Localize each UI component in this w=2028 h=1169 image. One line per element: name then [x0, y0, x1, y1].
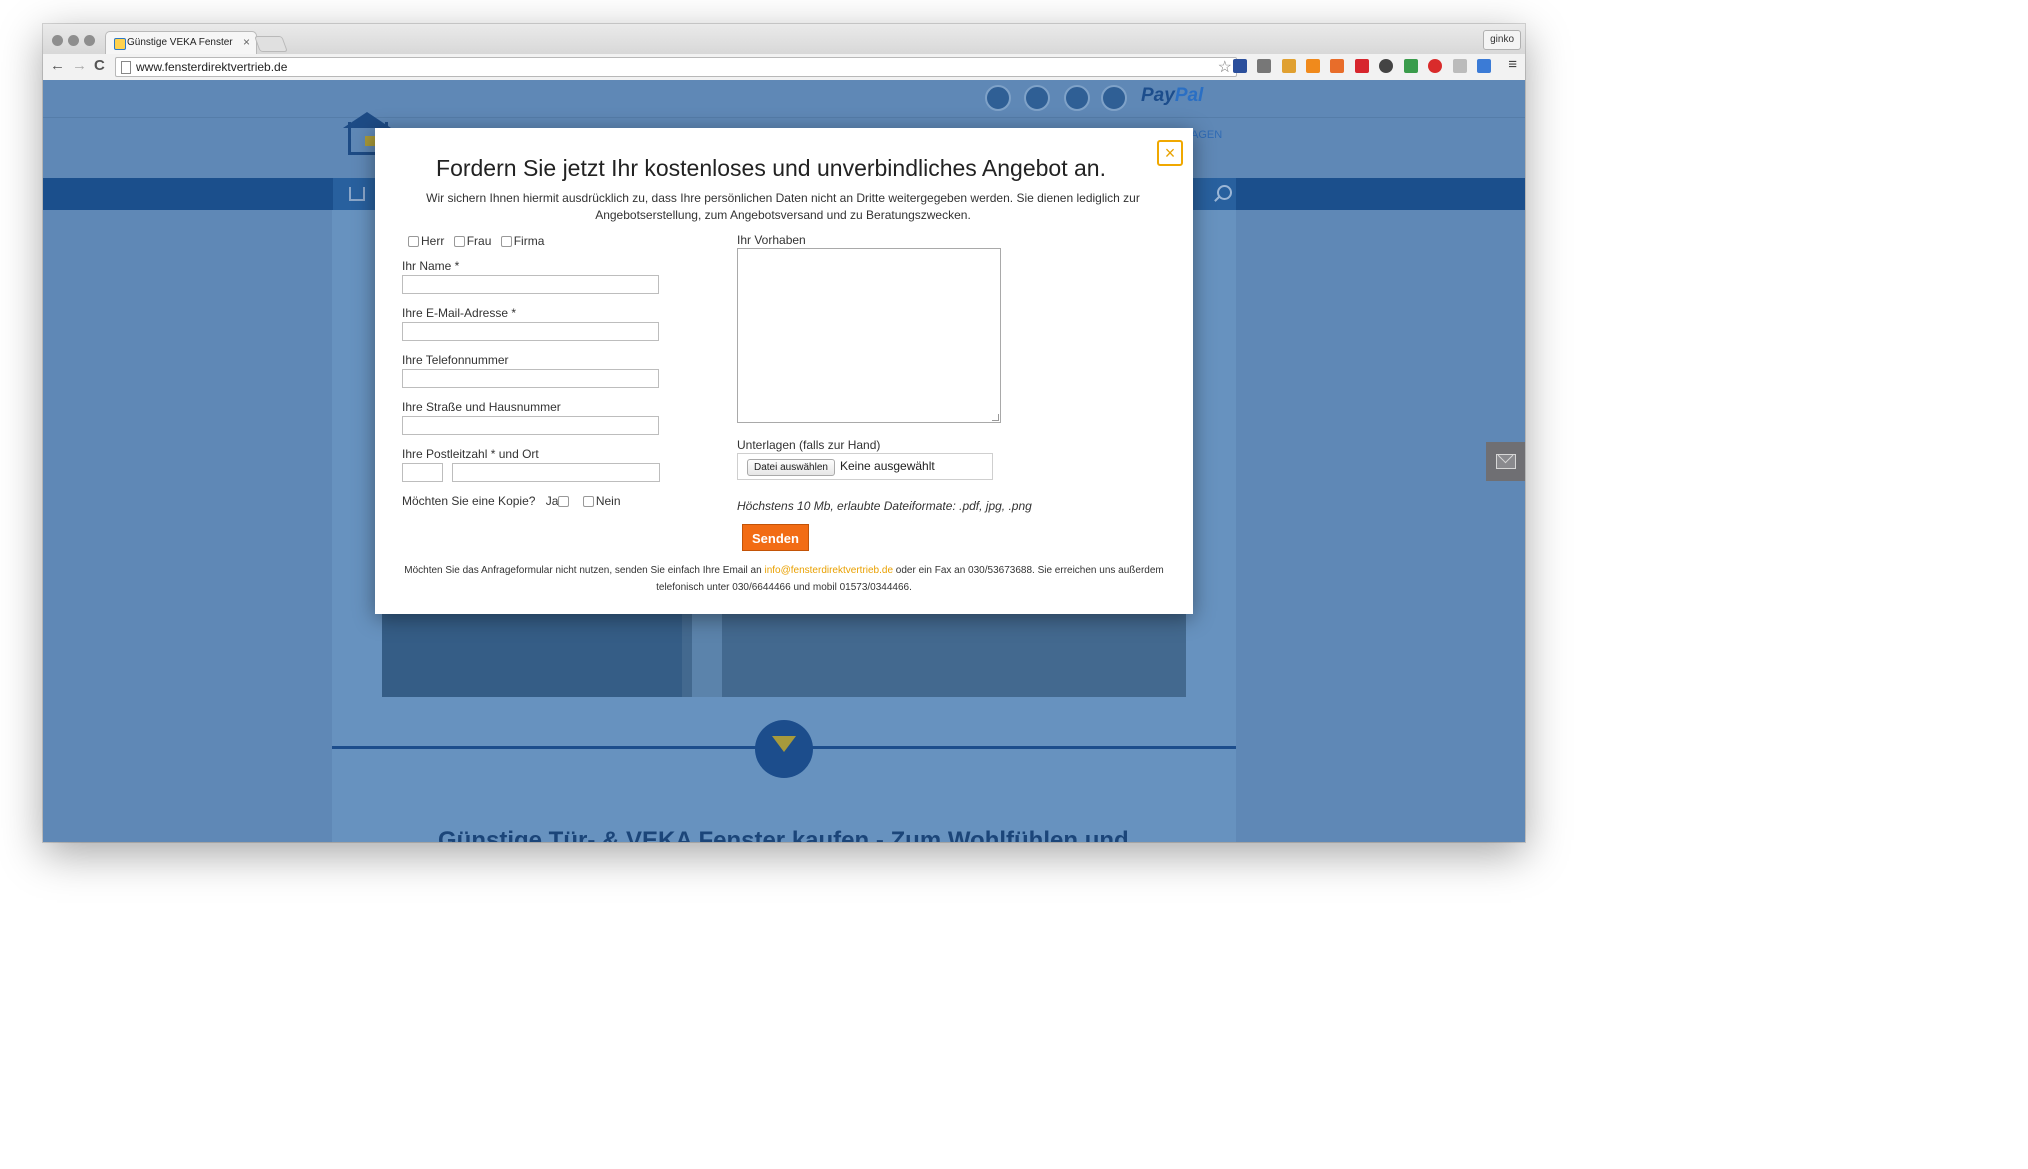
bookmark-star-icon[interactable]: ☆: [1218, 57, 1232, 77]
project-textarea[interactable]: [737, 248, 1001, 423]
certification-badge-icon: [1024, 85, 1050, 111]
zoom-window-button[interactable]: [84, 35, 95, 46]
phone-input[interactable]: [402, 369, 659, 388]
extension-icon[interactable]: [1233, 59, 1247, 73]
extension-icon[interactable]: [1306, 59, 1320, 73]
url-text: www.fensterdirektvertrieb.de: [136, 60, 288, 74]
quote-request-modal: Fordern Sie jetzt Ihr kostenloses und un…: [375, 128, 1193, 614]
modal-title: Fordern Sie jetzt Ihr kostenloses und un…: [436, 155, 1106, 181]
street-label: Ihre Straße und Hausnummer: [402, 400, 561, 414]
footer-text: Möchten Sie das Anfrageformular nicht nu…: [404, 565, 765, 576]
extension-icon[interactable]: [1379, 59, 1393, 73]
arrow-down-icon: [772, 736, 796, 752]
copy-no-checkbox[interactable]: [582, 496, 594, 508]
send-button[interactable]: Senden: [742, 524, 809, 551]
section-headline: Günstige Tür- & VEKA Fenster kaufen - Zu…: [438, 827, 1129, 842]
copy-yes-checkbox[interactable]: [558, 496, 570, 508]
documents-label: Unterlagen (falls zur Hand): [737, 438, 881, 452]
close-window-button[interactable]: [52, 35, 63, 46]
contact-mail-tab[interactable]: [1486, 442, 1525, 481]
browser-tab[interactable]: Günstige VEKA Fenster ka ×: [105, 31, 257, 55]
adblock-icon[interactable]: [1428, 59, 1442, 73]
top-badges-strip: PayPal: [43, 80, 1525, 118]
search-icon[interactable]: [1217, 185, 1232, 200]
street-input[interactable]: [402, 416, 659, 435]
file-status: Keine ausgewählt: [840, 459, 935, 473]
email-input[interactable]: [402, 322, 659, 341]
browser-toolbar: ← → C www.fensterdirektvertrieb.de ☆ ≡: [43, 54, 1525, 81]
extension-icon[interactable]: [1453, 59, 1467, 73]
salutation-group: Herr Frau Firma: [408, 234, 544, 248]
envelope-icon: [1496, 454, 1516, 469]
paypal-logo: PayPal: [1141, 85, 1204, 106]
tab-close-icon[interactable]: ×: [243, 35, 250, 49]
reload-button[interactable]: C: [94, 57, 105, 74]
profile-button[interactable]: ginko: [1483, 30, 1521, 50]
certification-badge-icon: [985, 85, 1011, 111]
tab-bar: Günstige VEKA Fenster ka × ginko: [43, 24, 1525, 55]
modal-close-button[interactable]: ×: [1157, 140, 1183, 166]
city-input[interactable]: [452, 463, 660, 482]
salutation-firma-checkbox[interactable]: [500, 236, 512, 248]
project-label: Ihr Vorhaben: [737, 233, 806, 247]
zip-input[interactable]: [402, 463, 443, 482]
copy-no-label: Nein: [595, 494, 621, 508]
extension-icon[interactable]: [1282, 59, 1296, 73]
forward-button[interactable]: →: [72, 57, 87, 74]
scroll-down-button[interactable]: [755, 720, 813, 778]
certification-badge-icon: [1064, 85, 1090, 111]
browser-window: Günstige VEKA Fenster ka × ginko ← → C w…: [43, 24, 1525, 842]
tab-title: Günstige VEKA Fenster ka: [127, 37, 235, 48]
copy-question-label: Möchten Sie eine Kopie? Ja Nein: [402, 494, 621, 508]
web-page: PayPal AGEN Günstige Tür- & VEKA Fenster…: [43, 80, 1525, 842]
email-label: Ihre E-Mail-Adresse *: [402, 306, 517, 320]
zip-city-label: Ihre Postleitzahl * und Ort: [402, 447, 539, 461]
site-logo-window: [365, 136, 375, 146]
extension-icon[interactable]: [1355, 59, 1369, 73]
extension-icon[interactable]: [1257, 59, 1271, 73]
name-input[interactable]: [402, 275, 659, 294]
salutation-label: Frau: [466, 234, 492, 248]
file-hint: Höchstens 10 Mb, erlaubte Dateiformate: …: [737, 499, 1032, 513]
alternative-contact-note: Möchten Sie das Anfrageformular nicht nu…: [397, 562, 1171, 596]
salutation-herr-checkbox[interactable]: [408, 236, 419, 248]
page-icon: [121, 61, 131, 74]
copy-yes-label: Ja: [545, 494, 559, 508]
name-label: Ihr Name *: [402, 259, 460, 273]
site-favicon-icon: [114, 38, 126, 50]
phone-label: Ihre Telefonnummer: [402, 353, 509, 367]
browser-menu-icon[interactable]: ≡: [1508, 56, 1517, 73]
home-icon[interactable]: [349, 187, 365, 201]
minimize-window-button[interactable]: [68, 35, 79, 46]
privacy-intro: Wir sichern Ihnen hiermit ausdrücklich z…: [426, 191, 1140, 222]
extension-icon[interactable]: [1330, 59, 1344, 73]
extension-icon[interactable]: [1404, 59, 1418, 73]
back-button[interactable]: ←: [50, 57, 65, 74]
address-bar[interactable]: www.fensterdirektvertrieb.de ☆: [115, 57, 1237, 77]
salutation-frau-checkbox[interactable]: [453, 236, 465, 248]
salutation-label: Herr: [421, 234, 445, 248]
certification-badge-icon: [1101, 85, 1127, 111]
file-upload: Datei auswählen Keine ausgewählt: [737, 453, 993, 480]
contact-email-link[interactable]: info@fensterdirektvertrieb.de: [764, 565, 893, 576]
extension-icon[interactable]: [1477, 59, 1491, 73]
header-nav-link[interactable]: AGEN: [1191, 129, 1222, 141]
salutation-label: Firma: [513, 234, 545, 248]
new-tab-button[interactable]: [254, 36, 288, 52]
choose-file-button[interactable]: Datei auswählen: [747, 459, 835, 476]
copy-question-text: Möchten Sie eine Kopie?: [402, 494, 536, 508]
